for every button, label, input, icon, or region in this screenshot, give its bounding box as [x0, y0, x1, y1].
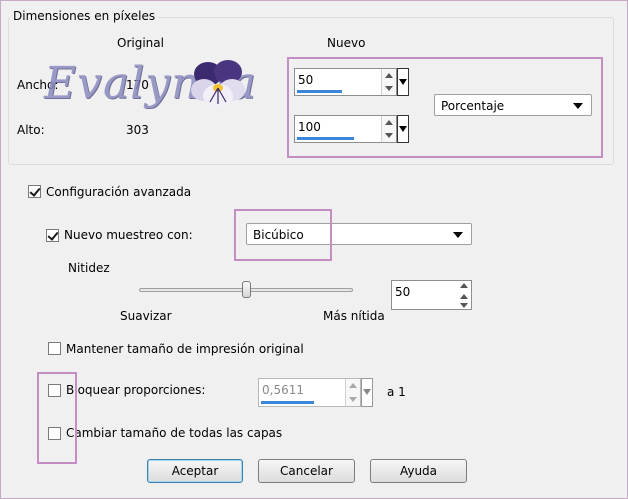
sharpness-slider-thumb[interactable]	[242, 281, 251, 298]
sharpness-label: Nitidez	[68, 261, 110, 275]
resize-all-layers-label: Cambiar tamaño de todas las capas	[66, 426, 283, 440]
increment-arrow-icon[interactable]	[460, 283, 468, 288]
keep-print-size-checkbox[interactable]	[48, 342, 61, 355]
cancel-button[interactable]: Cancelar	[258, 459, 355, 483]
resample-label: Nuevo muestreo con:	[64, 228, 193, 242]
advanced-settings-checkbox[interactable]	[28, 185, 41, 198]
new-column-header: Nuevo	[327, 36, 366, 50]
keep-print-size-label: Mantener tamaño de impresión original	[66, 342, 304, 356]
evalynda-watermark: Evalynda	[40, 56, 256, 114]
accept-button[interactable]: Aceptar	[147, 459, 243, 483]
highlight-resample	[234, 209, 332, 261]
ratio-dropdown-button	[361, 378, 373, 407]
highlight-checkboxes	[37, 372, 77, 464]
height-label: Alto:	[17, 123, 45, 137]
dropdown-arrow-icon	[363, 389, 371, 395]
advanced-settings-label: Configuración avanzada	[46, 185, 192, 199]
height-original-value: 303	[126, 123, 149, 137]
ratio-arrows	[345, 379, 360, 406]
decrement-arrow-icon	[349, 397, 357, 402]
pansy-flower-icon	[191, 60, 245, 108]
ratio-value: 0,5611	[262, 383, 304, 397]
help-button[interactable]: Ayuda	[370, 459, 467, 483]
decrement-arrow-icon[interactable]	[460, 303, 468, 308]
group-title: Dimensiones en píxeles	[10, 9, 159, 23]
ratio-spinner: 0,5611	[258, 378, 361, 407]
resample-checkbox[interactable]	[46, 229, 59, 242]
increment-arrow-icon[interactable]	[460, 294, 468, 299]
sharpness-spinner[interactable]: 50	[391, 280, 472, 310]
sharper-label: Más nítida	[323, 309, 385, 323]
ratio-bar	[261, 401, 314, 404]
highlight-new-dimensions	[287, 57, 603, 158]
lock-ratio-label: Bloquear proporciones:	[66, 383, 206, 397]
original-column-header: Original	[117, 36, 164, 50]
increment-arrow-icon	[349, 383, 357, 388]
ratio-suffix: a 1	[387, 385, 406, 399]
sharpness-arrows[interactable]	[457, 281, 471, 309]
chevron-down-icon	[453, 232, 463, 238]
smooth-label: Suavizar	[120, 309, 172, 323]
sharpness-value[interactable]: 50	[395, 285, 410, 299]
